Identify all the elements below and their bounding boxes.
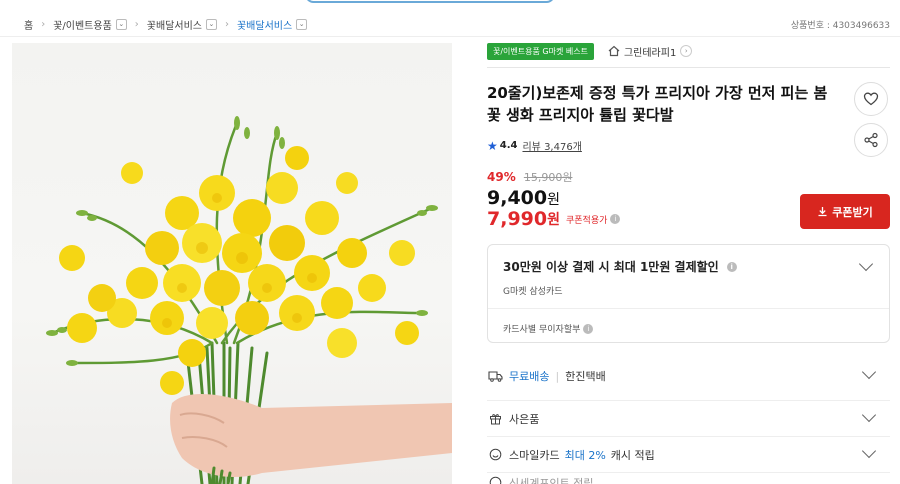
download-icon (818, 207, 827, 217)
coupon-price: 7,990 원 쿠폰적용가 i (487, 208, 621, 230)
info-icon[interactable]: i (726, 261, 737, 272)
chevron-right-icon: › (224, 18, 229, 30)
breadcrumb-level-3[interactable]: › 꽃배달서비스 ⌄ (217, 17, 308, 32)
discount-percent: 49% (487, 170, 516, 184)
search-bar-edge (305, 0, 555, 3)
breadcrumb-home[interactable]: 홈 (24, 17, 33, 32)
best-badge[interactable]: 꽃/이벤트용품 G마켓 베스트 (487, 42, 594, 60)
shipping-company: 한진택배 (565, 370, 606, 383)
breadcrumb-label: 꽃배달서비스 (146, 20, 202, 32)
coupon-note-label: 쿠폰적용가 (566, 215, 608, 226)
truck-icon (487, 370, 503, 382)
share-icon (864, 132, 878, 148)
chevron-down-icon[interactable]: ⌄ (115, 18, 127, 30)
card-name: G마켓 삼성카드 (503, 287, 563, 297)
payment-benefit-card[interactable]: 30만원 이상 결제 시 최대 1만원 결제할인 i G마켓 삼성카드 카드사별 … (487, 244, 890, 343)
store-name: 그린테라피1 (623, 47, 677, 59)
info-icon[interactable]: i (583, 323, 594, 334)
gift-label: 사은품 (509, 412, 540, 426)
price-unit: 원 (547, 192, 560, 208)
chevron-down-icon[interactable] (861, 443, 877, 459)
sale-price-number: 9,400 (487, 187, 548, 209)
store-link[interactable]: 그린테라피1 › (608, 44, 693, 59)
original-price: 15,900원 (523, 171, 573, 184)
breadcrumb-level-1[interactable]: › 꽃/이벤트용품 ⌄ (33, 17, 127, 32)
chevron-down-icon[interactable] (861, 407, 877, 423)
point-row[interactable]: 신세계포인트 적립 (487, 472, 890, 484)
price-unit: 원 (547, 212, 560, 228)
breadcrumb-label: 꽃배달서비스 (236, 20, 293, 32)
smilecard-suffix: 캐시 적립 (610, 448, 655, 462)
star-icon: ★ (487, 138, 498, 153)
smilecard-row[interactable]: 스마일카드 최대 2% 캐시 적립 (487, 436, 890, 472)
get-coupon-button[interactable]: 쿠폰받기 (800, 194, 890, 229)
product-info-panel: 꽃/이벤트용품 G마켓 베스트 그린테라피1 › 20줄기)보존제 증정 특가 … (487, 40, 890, 484)
shipping-row[interactable]: 무료배송 | 한진택배 (487, 358, 890, 394)
gift-row[interactable]: 사은품 (487, 400, 890, 436)
breadcrumb: 홈 › 꽃/이벤트용품 ⌄ › 꽃배달서비스 ⌄ › 꽃배달서비스 ⌄ (24, 14, 308, 34)
wishlist-button[interactable] (854, 82, 888, 116)
installment-info: 카드사별 무이자할부 i (503, 322, 594, 335)
chevron-down-icon[interactable] (858, 256, 874, 272)
smilecard-label: 스마일카드 (509, 448, 560, 462)
payment-headline: 30만원 이상 결제 시 최대 1만원 결제할인 i (503, 258, 737, 275)
point-icon (487, 476, 503, 484)
payment-headline-text: 30만원 이상 결제 시 최대 1만원 결제할인 (503, 260, 719, 274)
coupon-note: 쿠폰적용가 i (566, 213, 621, 226)
review-link[interactable]: 리뷰 3,476개 (522, 138, 581, 153)
chevron-down-icon[interactable] (861, 364, 877, 380)
coupon-price-number: 7,990 (487, 208, 548, 230)
chevron-right-icon: › (41, 18, 46, 30)
chevron-right-icon: › (680, 45, 693, 57)
gift-icon (487, 412, 503, 425)
chevron-down-icon[interactable]: ⌄ (205, 18, 217, 30)
price-area: 49% 15,900원 9,400원 7,990 원 쿠폰적용가 i (487, 166, 621, 230)
breadcrumb-label: 꽃/이벤트용품 (53, 20, 112, 32)
product-image[interactable] (12, 43, 452, 484)
badge-row: 꽃/이벤트용품 G마켓 베스트 그린테라피1 › (487, 40, 890, 62)
rating-score: 4.4 (499, 140, 518, 151)
smilecard-highlight: 최대 2% (564, 448, 606, 462)
point-label: 신세계포인트 적립 (509, 476, 594, 484)
sale-price: 9,400원 (487, 187, 620, 209)
divider (488, 308, 889, 309)
free-shipping-label: 무료배송 (509, 370, 550, 383)
divider: | (555, 369, 560, 383)
breadcrumb-label: 홈 (24, 20, 34, 32)
chevron-down-icon[interactable]: ⌄ (296, 18, 308, 30)
freesia-bouquet-illustration (46, 116, 452, 484)
get-coupon-label: 쿠폰받기 (832, 205, 873, 219)
divider (487, 67, 890, 68)
installment-text: 카드사별 무이자할부 (503, 325, 581, 335)
home-icon (608, 45, 620, 57)
divider (0, 36, 900, 37)
share-button[interactable] (854, 123, 888, 157)
breadcrumb-level-2[interactable]: › 꽃배달서비스 ⌄ (127, 17, 217, 32)
heart-icon (863, 92, 879, 106)
smile-icon (487, 448, 503, 461)
info-icon[interactable]: i (610, 214, 621, 224)
chevron-right-icon: › (134, 18, 139, 30)
rating-row: ★ 4.4 리뷰 3,476개 (487, 138, 582, 154)
product-title: 20줄기)보존제 증정 특가 프리지아 가장 먼저 피는 봄꽃 생화 프리지아 … (487, 84, 828, 124)
product-number: 상품번호 : 4303496633 (790, 21, 890, 31)
